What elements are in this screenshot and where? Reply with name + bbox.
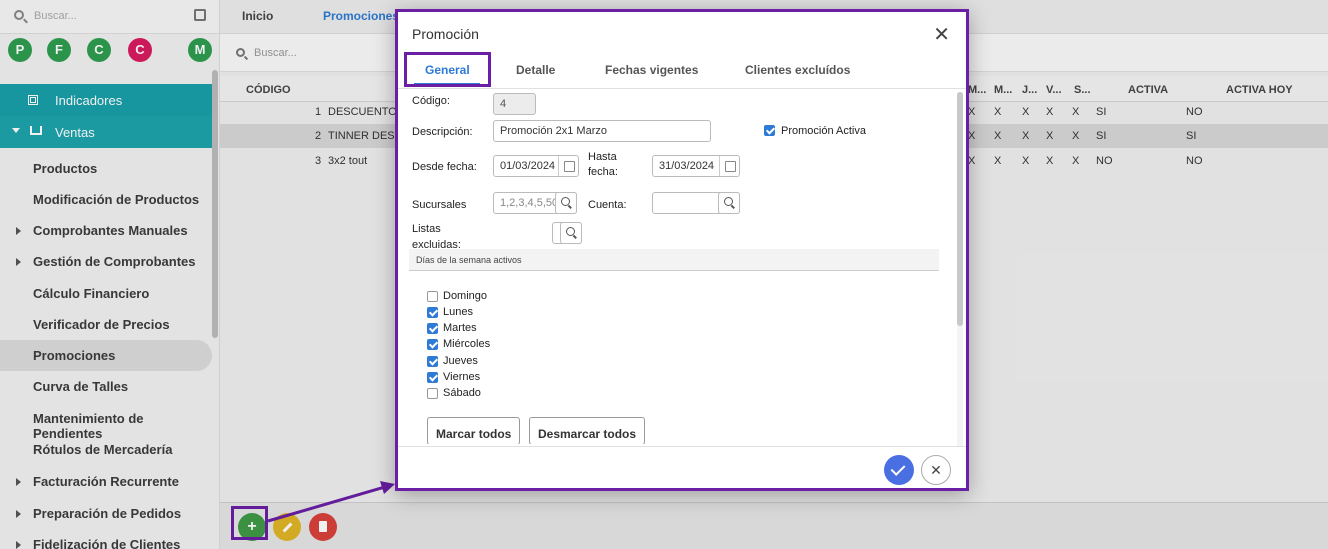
martes-label: Martes [443, 322, 477, 334]
close-icon[interactable]: ✕ [933, 22, 950, 47]
viernes-label: Viernes [443, 371, 481, 383]
lunes-checkbox[interactable] [427, 307, 438, 318]
listas-label-line1: Listas [412, 223, 441, 235]
codigo-label: Código: [412, 95, 450, 107]
descripcion-label: Descripción: [412, 126, 473, 138]
sabado-checkbox[interactable] [427, 388, 438, 399]
viernes-checkbox[interactable] [427, 372, 438, 383]
sabado-label: Sábado [443, 387, 481, 399]
jueves-label: Jueves [443, 355, 478, 367]
dias-semana-title: Días de la semana activos [416, 255, 522, 265]
hasta-label-line2: fecha: [588, 166, 618, 178]
general-tab-highlight [404, 52, 491, 87]
desde-fecha-label: Desde fecha: [412, 161, 477, 173]
jueves-checkbox[interactable] [427, 356, 438, 367]
dialog-scrollbar-thumb[interactable] [957, 92, 963, 326]
tab-detalle[interactable]: Detalle [516, 63, 555, 77]
cuenta-label: Cuenta: [588, 199, 627, 211]
sucursales-label: Sucursales [412, 199, 467, 211]
descripcion-field[interactable]: Promoción 2x1 Marzo [493, 120, 711, 142]
desde-fecha-field[interactable]: 01/03/2024 [493, 155, 579, 177]
search-icon[interactable] [555, 192, 577, 214]
miercoles-checkbox[interactable] [427, 339, 438, 350]
domingo-checkbox[interactable] [427, 291, 438, 302]
search-icon[interactable] [718, 192, 740, 214]
promocion-dialog: Promoción ✕ General Detalle Fechas vigen… [395, 9, 969, 491]
sucursales-field[interactable]: 1,2,3,4,5,50 [493, 192, 577, 214]
promocion-activa-checkbox[interactable] [764, 125, 775, 136]
dialog-scrollbar[interactable] [957, 92, 963, 447]
domingo-label: Domingo [443, 290, 488, 302]
cuenta-field[interactable] [652, 192, 740, 214]
sucursales-value: 1,2,3,4,5,50 [500, 197, 559, 209]
lunes-label: Lunes [443, 306, 473, 318]
dialog-body: Código: 4 Descripción: Promoción 2x1 Mar… [398, 89, 966, 444]
confirm-button[interactable] [884, 455, 914, 485]
cancel-button[interactable]: ✕ [921, 455, 951, 485]
tab-fechas-vigentes[interactable]: Fechas vigentes [605, 63, 698, 77]
martes-checkbox[interactable] [427, 323, 438, 334]
dialog-footer: ✕ [398, 446, 966, 488]
desde-fecha-value: 01/03/2024 [500, 160, 556, 172]
hasta-label-line1: Hasta [588, 151, 617, 163]
dialog-title: Promoción [412, 26, 479, 42]
calendar-icon[interactable] [558, 156, 578, 176]
tab-clientes-excluidos[interactable]: Clientes excluídos [745, 63, 850, 77]
codigo-field: 4 [493, 93, 536, 115]
promocion-activa-label: Promoción Activa [781, 125, 866, 137]
listas-excluidas-field[interactable] [552, 222, 582, 244]
miercoles-label: Miércoles [443, 338, 491, 350]
hasta-fecha-field[interactable]: 31/03/2024 [652, 155, 740, 177]
marcar-todos-button[interactable]: Marcar todos [427, 417, 521, 444]
desmarcar-todos-button[interactable]: Desmarcar todos [529, 417, 646, 444]
search-icon[interactable] [560, 222, 582, 244]
hasta-fecha-value: 31/03/2024 [659, 160, 715, 172]
dias-semana-header: Días de la semana activos [409, 249, 939, 271]
calendar-icon[interactable] [719, 156, 739, 176]
